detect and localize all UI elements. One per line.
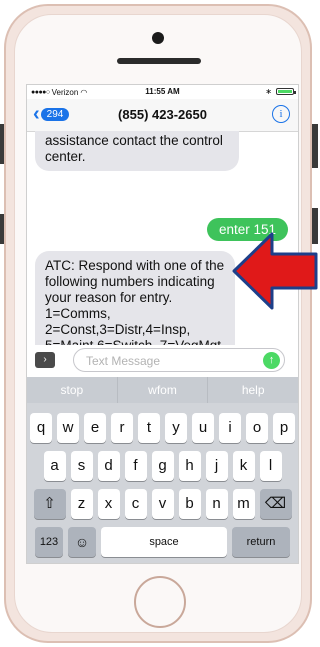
key-m[interactable]: m: [232, 489, 255, 519]
key-row-1: q w e r t y u i o p: [27, 413, 298, 443]
key-x[interactable]: x: [97, 489, 120, 519]
status-bar: ●●●●○ Verizon ◠ 11:55 AM ∗: [27, 85, 298, 99]
key-t[interactable]: t: [138, 413, 160, 443]
key-g[interactable]: g: [151, 451, 174, 481]
key-row-2: a s d f g h j k l: [27, 451, 298, 481]
suggestion-wfom[interactable]: wfom: [118, 377, 209, 403]
key-b[interactable]: b: [178, 489, 201, 519]
message-input[interactable]: Text Message ↑: [73, 348, 285, 372]
status-time: 11:55 AM: [145, 87, 180, 96]
key-w[interactable]: w: [57, 413, 79, 443]
predictive-bar: stop wfom help: [27, 377, 298, 403]
key-k[interactable]: k: [232, 451, 255, 481]
key-q[interactable]: q: [30, 413, 52, 443]
suggestion-help[interactable]: help: [208, 377, 298, 403]
space-key[interactable]: space: [101, 527, 227, 557]
key-c[interactable]: c: [124, 489, 147, 519]
contact-title: (855) 423-2650: [118, 107, 207, 122]
emoji-icon[interactable]: ☺: [68, 527, 96, 557]
shift-icon[interactable]: ⇧: [33, 489, 66, 519]
message-composer: › Text Message ↑: [27, 345, 298, 375]
incoming-message: ATC: Respond with one of the following n…: [35, 251, 235, 345]
key-h[interactable]: h: [178, 451, 201, 481]
info-icon[interactable]: i: [272, 105, 290, 123]
earpiece-speaker: [117, 58, 201, 64]
apps-toggle-button[interactable]: ›: [35, 352, 55, 368]
suggestion-stop[interactable]: stop: [27, 377, 118, 403]
send-arrow-icon[interactable]: ↑: [263, 352, 280, 369]
bluetooth-icon: ∗: [265, 87, 272, 96]
battery-icon: [276, 88, 296, 95]
key-l[interactable]: l: [259, 451, 282, 481]
return-key[interactable]: return: [232, 527, 290, 557]
key-f[interactable]: f: [124, 451, 147, 481]
key-z[interactable]: z: [70, 489, 93, 519]
phone-screen: ●●●●○ Verizon ◠ 11:55 AM ∗ ‹ 294 (855) 4…: [26, 84, 299, 564]
incoming-message: assistance contact the control center.: [35, 131, 239, 171]
key-j[interactable]: j: [205, 451, 228, 481]
key-e[interactable]: e: [84, 413, 106, 443]
message-placeholder: Text Message: [86, 354, 161, 368]
key-s[interactable]: s: [70, 451, 93, 481]
key-row-4: 123 ☺ space return: [27, 527, 298, 557]
key-row-3: ⇧ z x c v b n m ⌫: [27, 489, 298, 519]
keyboard: stop wfom help q w e r t y u i o p a s d…: [27, 377, 298, 563]
numbers-key[interactable]: 123: [35, 527, 63, 557]
red-arrow-callout: [232, 232, 318, 310]
key-r[interactable]: r: [111, 413, 133, 443]
key-o[interactable]: o: [246, 413, 268, 443]
key-a[interactable]: a: [43, 451, 66, 481]
key-v[interactable]: v: [151, 489, 174, 519]
status-right: ∗: [265, 87, 296, 96]
conversation-header: ‹ 294 (855) 423-2650 i: [27, 99, 298, 132]
key-d[interactable]: d: [97, 451, 120, 481]
home-button[interactable]: [134, 576, 186, 628]
key-y[interactable]: y: [165, 413, 187, 443]
front-camera: [152, 32, 164, 44]
key-n[interactable]: n: [205, 489, 228, 519]
key-p[interactable]: p: [273, 413, 295, 443]
key-i[interactable]: i: [219, 413, 241, 443]
backspace-icon[interactable]: ⌫: [259, 489, 292, 519]
key-u[interactable]: u: [192, 413, 214, 443]
